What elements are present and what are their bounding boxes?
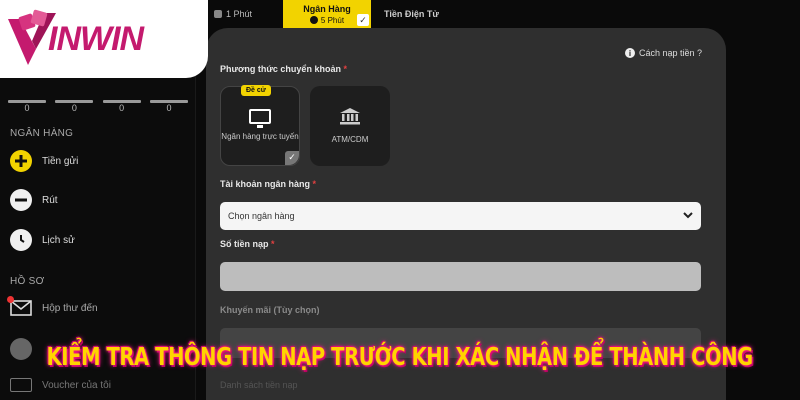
amount-input[interactable] (220, 262, 701, 291)
sidebar-item-withdraw[interactable]: Rút (10, 189, 58, 211)
tab-crypto[interactable]: Tiền Điện Tử (384, 0, 464, 28)
notification-dot (7, 296, 14, 303)
method-atm[interactable]: ATM/CDM (310, 86, 390, 166)
plus-icon (10, 150, 32, 172)
brand-logo: INWIN (0, 0, 208, 78)
monitor-icon (249, 109, 271, 129)
check-icon: ✓ (357, 14, 369, 26)
tab-bank[interactable]: Ngân Hàng 5 Phút ✓ (283, 0, 371, 28)
tab-1-minute[interactable]: 1 Phút (214, 0, 280, 28)
method-label: Phương thức chuyển khoản * (220, 64, 347, 74)
bank-icon (339, 107, 361, 125)
method-label: ATM/CDM (331, 134, 369, 144)
sidebar-item-inbox[interactable]: Hộp thư đến (7, 296, 98, 317)
sidebar-item-label: Tiền gửi (42, 155, 79, 167)
caption-banner: KIỂM TRA THÔNG TIN NẠP TRƯỚC KHI XÁC NHẬ… (0, 330, 800, 382)
check-icon: ✓ (285, 151, 299, 165)
logo-v-icon (6, 9, 58, 69)
stat-item[interactable]: 0 (149, 82, 188, 113)
section-title-bank: NGÂN HÀNG (10, 128, 74, 139)
account-label: Tài khoản ngân hàng * (220, 179, 317, 189)
logo-text: INWIN (48, 19, 144, 58)
section-title-profile: HỒ SƠ (10, 276, 45, 287)
stat-item[interactable]: 0 (55, 82, 94, 113)
help-link[interactable]: i Cách nạp tiền ? (624, 48, 702, 58)
sidebar-item-label: Lịch sử (42, 234, 75, 246)
info-icon: i (624, 48, 635, 58)
method-label: Ngân hàng trực tuyến (221, 132, 299, 142)
chevron-down-icon (683, 211, 693, 221)
tab-icon (214, 10, 222, 18)
stat-item[interactable]: 0 (102, 82, 141, 113)
sidebar-item-history[interactable]: Lịch sử (10, 229, 75, 251)
tab-label: Ngân Hàng (303, 3, 351, 14)
mail-icon (7, 296, 32, 317)
promo-label: Khuyến mãi (Tùy chọn) (220, 305, 320, 315)
tab-sub: 5 Phút (309, 15, 344, 25)
sidebar-item-label: Hộp thư đến (42, 302, 98, 314)
minus-icon (10, 189, 32, 211)
sidebar-item-deposit[interactable]: Tiền gửi (10, 150, 78, 172)
stat-item[interactable]: 0 (8, 82, 46, 113)
sidebar-item-label: Rút (42, 194, 58, 206)
banner-text: KIỂM TRA THÔNG TIN NẠP TRƯỚC KHI XÁC NHẬ… (46, 341, 754, 371)
coin-icon (309, 15, 318, 24)
recommended-badge: Đề cử (241, 85, 271, 97)
clock-icon (10, 229, 32, 251)
amount-label: Số tiền nạp * (220, 239, 275, 249)
method-online-banking[interactable]: Đề cử Ngân hàng trực tuyến ✓ (220, 85, 300, 166)
bank-select[interactable]: Chọn ngân hàng (220, 202, 701, 230)
stats-row: 0 0 0 0 (8, 82, 188, 113)
